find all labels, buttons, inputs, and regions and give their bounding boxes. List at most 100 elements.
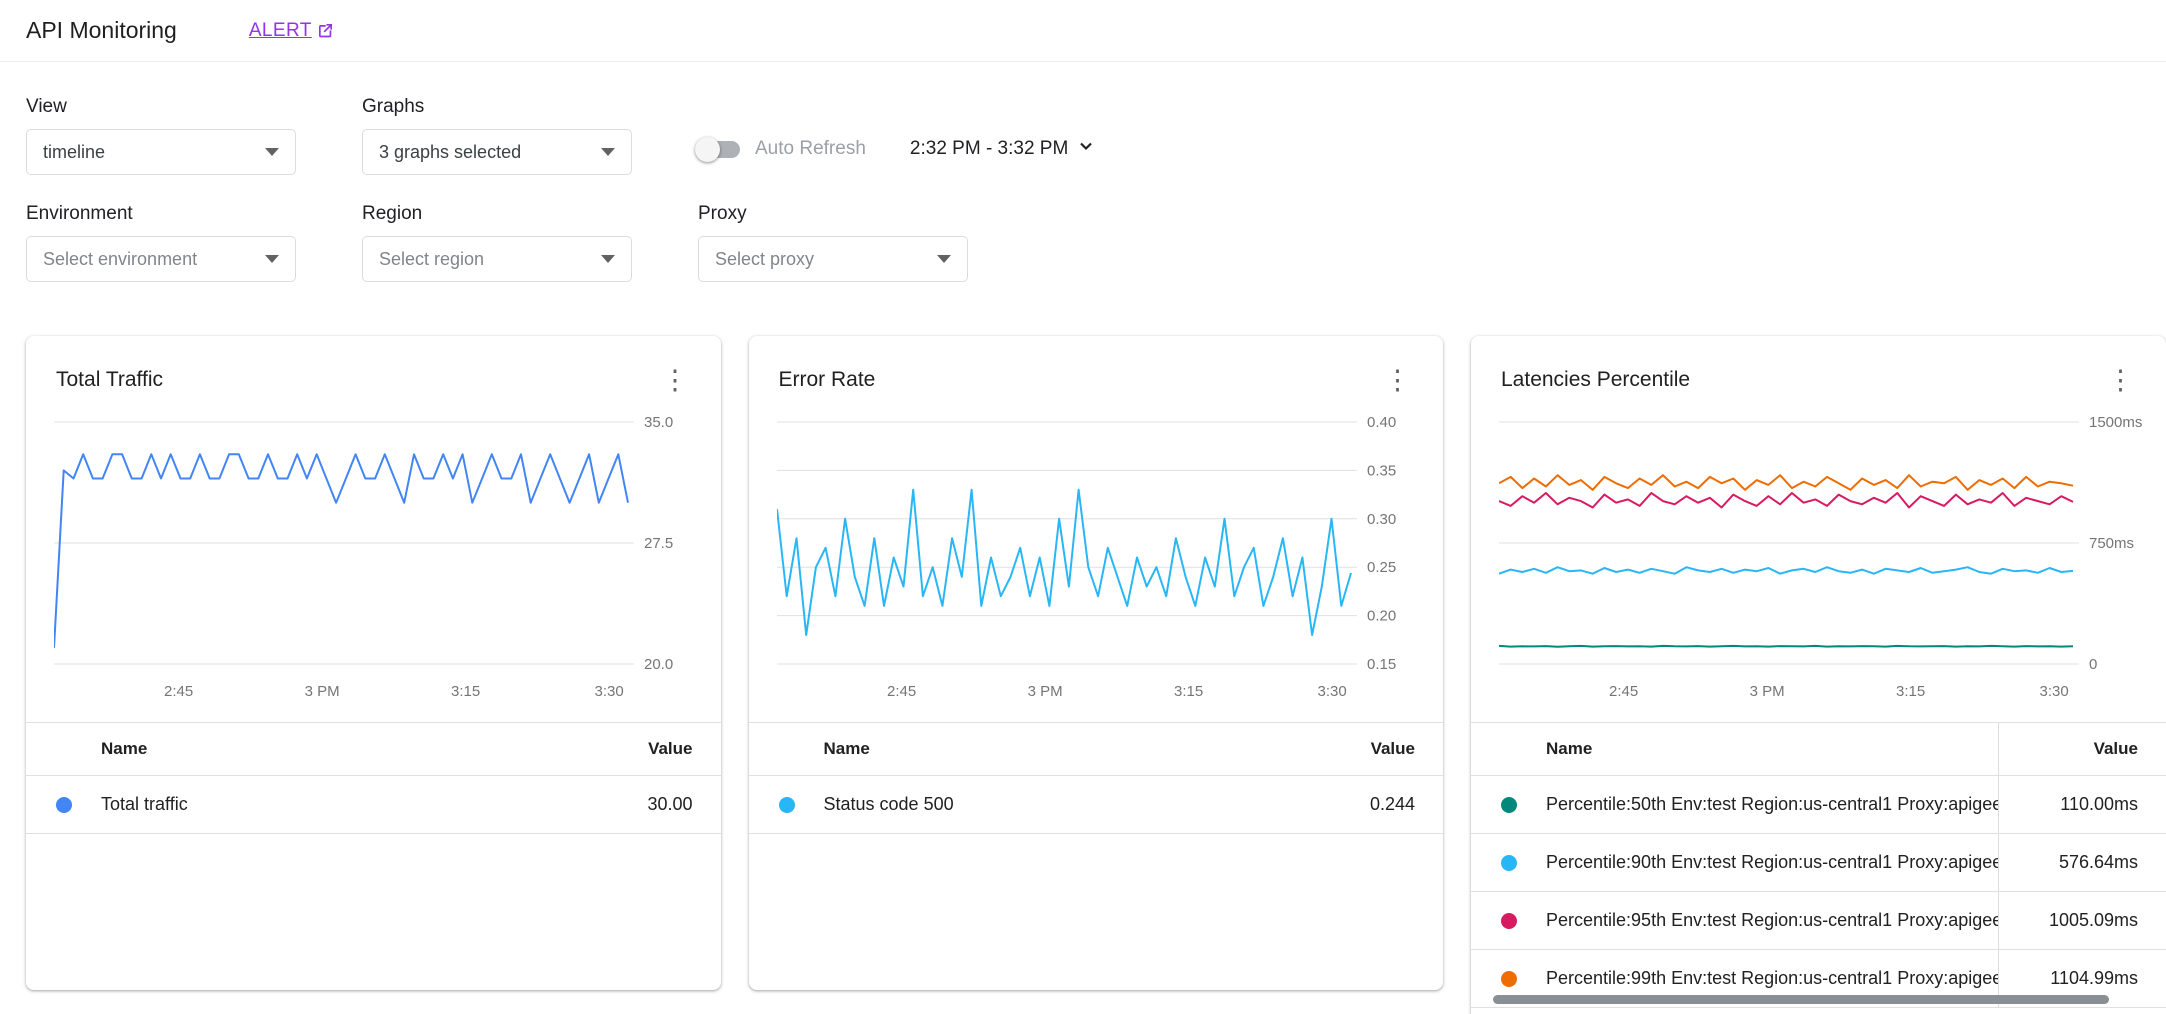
- series-color-dot: [1501, 913, 1517, 929]
- column-header-name: Name: [779, 739, 1371, 759]
- card-title: Error Rate: [779, 368, 876, 392]
- legend-table-header: Name Value: [1471, 722, 2166, 776]
- column-header-value: Value: [1371, 739, 1415, 759]
- table-row[interactable]: Percentile:50th Env:test Region:us-centr…: [1471, 776, 2166, 834]
- svg-text:0.40: 0.40: [1367, 414, 1396, 431]
- environment-select-placeholder: Select environment: [43, 249, 197, 270]
- column-header-name: Name: [1501, 739, 1998, 759]
- svg-text:35.0: 35.0: [644, 414, 673, 431]
- svg-text:3:30: 3:30: [1317, 683, 1346, 700]
- chevron-down-icon: [937, 255, 951, 263]
- environment-label: Environment: [26, 203, 296, 225]
- svg-text:27.5: 27.5: [644, 535, 673, 552]
- card-header: Error Rate ⋮: [749, 336, 1444, 392]
- proxy-select[interactable]: Select proxy: [698, 236, 968, 282]
- environment-select[interactable]: Select environment: [26, 236, 296, 282]
- card-header: Total Traffic ⋮: [26, 336, 721, 392]
- svg-text:20.0: 20.0: [644, 656, 673, 673]
- chevron-down-icon: [601, 148, 615, 156]
- region-select-placeholder: Select region: [379, 249, 484, 270]
- legend-table: Name Value Total traffic 30.00: [26, 722, 721, 834]
- svg-text:1500ms: 1500ms: [2089, 414, 2142, 431]
- card-title: Total Traffic: [56, 368, 163, 392]
- auto-refresh-toggle[interactable]: [698, 141, 740, 158]
- table-row[interactable]: Percentile:90th Env:test Region:us-centr…: [1471, 834, 2166, 892]
- chevron-down-icon: [265, 148, 279, 156]
- series-name: Percentile:50th Env:test Region:us-centr…: [1546, 794, 1998, 815]
- alert-link[interactable]: ALERT: [249, 20, 334, 42]
- graphs-filter: Graphs 3 graphs selected: [362, 96, 632, 175]
- card-title: Latencies Percentile: [1501, 368, 1690, 392]
- page-title: API Monitoring: [26, 17, 177, 44]
- error-rate-chart: 0.400.350.300.250.200.152:453 PM3:153:30: [777, 408, 1437, 708]
- refresh-and-time-controls: Auto Refresh 2:32 PM - 3:32 PM: [698, 126, 1096, 172]
- view-filter: View timeline: [26, 96, 296, 175]
- series-name: Percentile:90th Env:test Region:us-centr…: [1546, 852, 1998, 873]
- horizontal-scrollbar[interactable]: [1493, 995, 2109, 1004]
- series-name: Percentile:95th Env:test Region:us-centr…: [1546, 910, 1998, 931]
- svg-text:0.35: 0.35: [1367, 462, 1396, 479]
- chevron-down-icon: [601, 255, 615, 263]
- filter-row-1: View timeline Graphs 3 graphs selected A…: [26, 96, 2166, 175]
- latencies-percentile-chart: 1500ms 750ms 0 2:45 3 PM 3:15 3:30: [1499, 408, 2159, 708]
- proxy-label: Proxy: [698, 203, 968, 225]
- series-color-dot: [779, 797, 795, 813]
- view-label: View: [26, 96, 296, 118]
- svg-text:3 PM: 3 PM: [1750, 683, 1785, 700]
- region-select[interactable]: Select region: [362, 236, 632, 282]
- external-link-icon: [317, 22, 334, 39]
- graphs-label: Graphs: [362, 96, 632, 118]
- series-value: 1005.09ms: [1998, 892, 2138, 949]
- card-total-traffic: Total Traffic ⋮ 35.027.520.02:453 PM3:15…: [26, 336, 721, 990]
- kebab-menu-icon[interactable]: ⋮: [2101, 368, 2140, 392]
- series-color-dot: [1501, 855, 1517, 871]
- legend-table: Name Value Status code 500 0.244: [749, 722, 1444, 834]
- table-row[interactable]: Percentile:95th Env:test Region:us-centr…: [1471, 892, 2166, 950]
- kebab-menu-icon[interactable]: ⋮: [1378, 368, 1417, 392]
- svg-text:3:30: 3:30: [2039, 683, 2068, 700]
- svg-text:0.20: 0.20: [1367, 608, 1396, 625]
- svg-text:2:45: 2:45: [886, 683, 915, 700]
- time-range-picker[interactable]: 2:32 PM - 3:32 PM: [910, 136, 1096, 162]
- chevron-down-icon: [265, 255, 279, 263]
- toggle-thumb: [695, 137, 720, 162]
- top-bar: API Monitoring ALERT: [0, 0, 2166, 62]
- series-value: 576.64ms: [1998, 834, 2138, 891]
- series-name: Percentile:99th Env:test Region:us-centr…: [1546, 968, 1998, 989]
- view-select-value: timeline: [43, 142, 105, 163]
- series-color-dot: [1501, 971, 1517, 987]
- svg-text:2:45: 2:45: [1609, 683, 1638, 700]
- legend-table-header: Name Value: [749, 722, 1444, 776]
- proxy-select-placeholder: Select proxy: [715, 249, 814, 270]
- environment-filter: Environment Select environment: [26, 203, 296, 282]
- card-latencies-percentile: Latencies Percentile ⋮ 1500ms 750ms 0 2:45 3…: [1471, 336, 2166, 1014]
- table-row[interactable]: Total traffic 30.00: [26, 776, 721, 834]
- series-value: 110.00ms: [1998, 776, 2138, 833]
- svg-text:3:30: 3:30: [594, 683, 623, 700]
- kebab-menu-icon[interactable]: ⋮: [656, 368, 695, 392]
- view-select[interactable]: timeline: [26, 129, 296, 175]
- legend-table-header: Name Value: [26, 722, 721, 776]
- alert-link-label: ALERT: [249, 20, 312, 42]
- legend-table: Name Value Percentile:50th Env:test Regi…: [1471, 722, 2166, 1008]
- total-traffic-chart: 35.027.520.02:453 PM3:153:30: [54, 408, 714, 708]
- svg-text:3:15: 3:15: [1896, 683, 1925, 700]
- filters-panel: View timeline Graphs 3 graphs selected A…: [0, 62, 2166, 282]
- column-header-value: Value: [1998, 723, 2138, 775]
- time-range-value: 2:32 PM - 3:32 PM: [910, 138, 1068, 160]
- svg-text:3:15: 3:15: [451, 683, 480, 700]
- column-header-name: Name: [56, 739, 648, 759]
- region-label: Region: [362, 203, 632, 225]
- svg-text:750ms: 750ms: [2089, 535, 2134, 552]
- column-header-value: Value: [648, 739, 692, 759]
- series-name: Status code 500: [824, 794, 1370, 815]
- graphs-select-value: 3 graphs selected: [379, 142, 521, 163]
- graphs-select[interactable]: 3 graphs selected: [362, 129, 632, 175]
- table-row[interactable]: Status code 500 0.244: [749, 776, 1444, 834]
- svg-text:0: 0: [2089, 656, 2097, 673]
- filter-row-2: Environment Select environment Region Se…: [26, 203, 2166, 282]
- auto-refresh-label: Auto Refresh: [755, 138, 866, 160]
- region-filter: Region Select region: [362, 203, 632, 282]
- svg-text:0.25: 0.25: [1367, 559, 1396, 576]
- series-name: Total traffic: [101, 794, 647, 815]
